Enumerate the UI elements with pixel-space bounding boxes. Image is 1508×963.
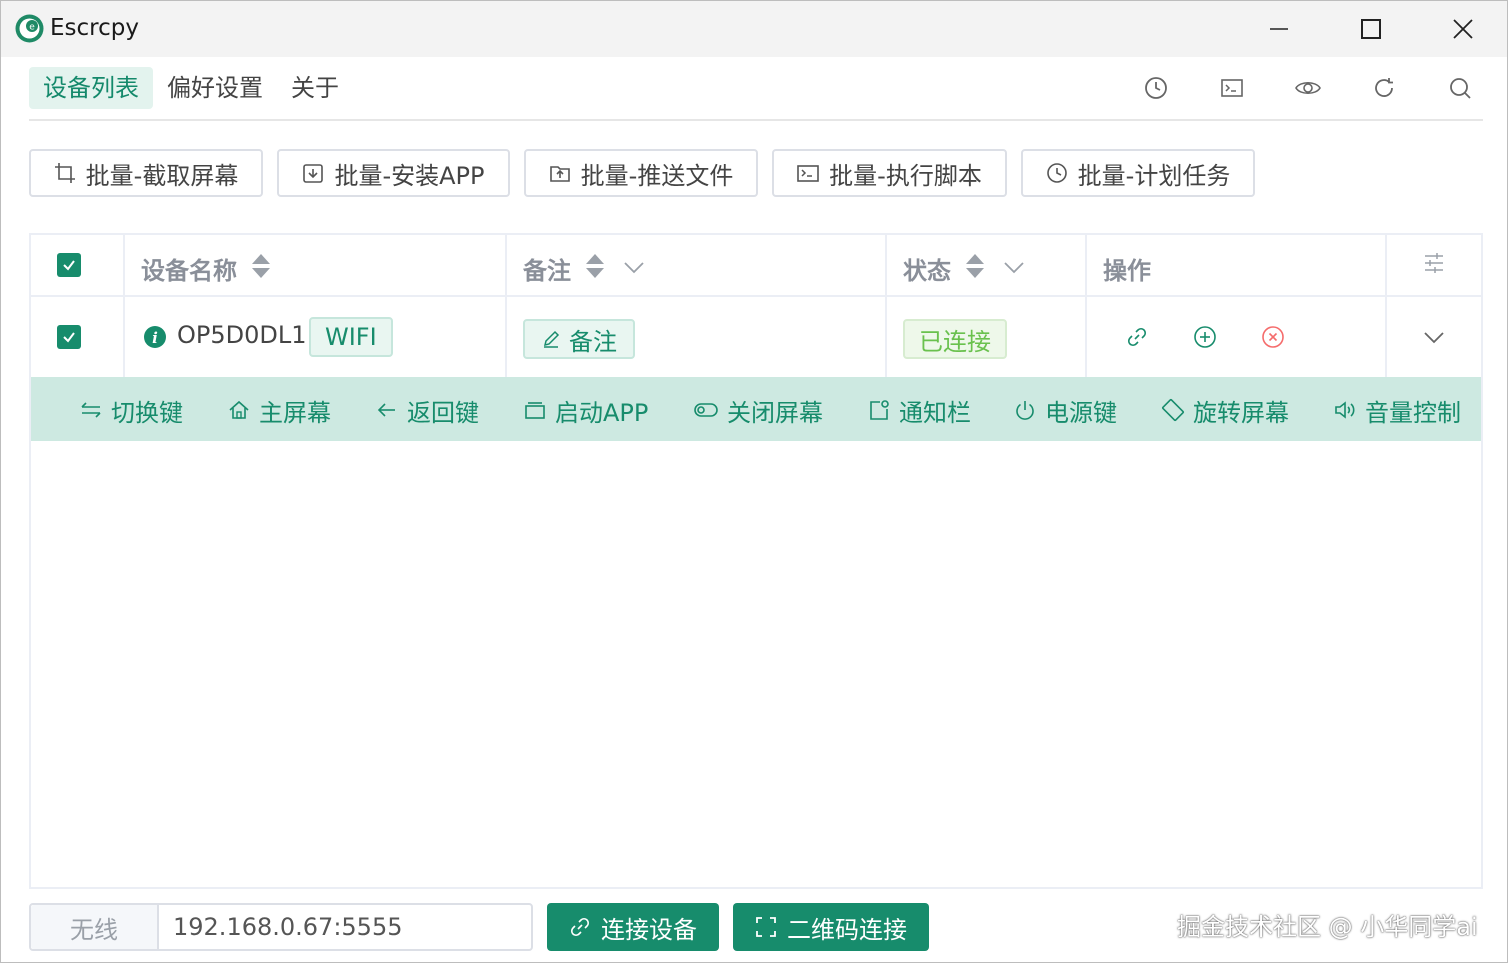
device-name: OP5D0DL1 <box>177 321 307 349</box>
column-settings-icon[interactable] <box>1423 251 1445 279</box>
batch-push-label: 批量-推送文件 <box>580 161 734 190</box>
notification-icon <box>870 400 889 420</box>
crop-icon <box>54 163 75 183</box>
status-badge: 已连接 <box>903 319 1007 359</box>
sort-icon[interactable] <box>585 253 605 283</box>
edit-note-button[interactable]: 备注 <box>523 319 635 359</box>
rotate-screen-label: 旋转屏幕 <box>1193 398 1289 427</box>
select-all-checkbox[interactable] <box>57 253 81 277</box>
table-header: 设备名称 备注 状态 操作 <box>31 235 1481 297</box>
batch-script-button[interactable]: 批量-执行脚本 <box>772 149 1007 197</box>
table-row: i OP5D0DL1 WIFI 备注 已连接 <box>31 297 1481 377</box>
eye-icon[interactable] <box>1293 73 1323 103</box>
sort-icon[interactable] <box>251 253 271 283</box>
qr-connect-label: 二维码连接 <box>787 915 907 944</box>
header-status: 状态 <box>903 257 951 285</box>
batch-screenshot-button[interactable]: 批量-截取屏幕 <box>29 149 263 197</box>
folder-upload-icon <box>549 166 570 182</box>
install-icon <box>303 164 324 183</box>
device-table: 设备名称 备注 状态 操作 i OP5D0DL1 WIFI 备注 已连接 切换键… <box>29 233 1483 889</box>
main-nav: 设备列表 偏好设置 关于 <box>29 67 353 109</box>
screen-off-button[interactable]: 关闭屏幕 <box>693 395 823 427</box>
volume-control-label: 音量控制 <box>1365 398 1461 427</box>
switch-key-label: 切换键 <box>111 398 183 427</box>
link-icon[interactable] <box>1125 325 1149 349</box>
back-label: 返回键 <box>407 398 479 427</box>
nav-divider <box>29 119 1483 121</box>
batch-schedule-button[interactable]: 批量-计划任务 <box>1021 149 1255 197</box>
tab-device-list[interactable]: 设备列表 <box>29 67 153 109</box>
connect-device-label: 连接设备 <box>601 915 697 944</box>
minimize-button[interactable] <box>1233 1 1325 57</box>
switch-icon <box>81 402 101 418</box>
rotate-screen-button[interactable]: 旋转屏幕 <box>1161 395 1289 427</box>
filter-chevron-down-icon[interactable] <box>1003 257 1025 281</box>
screen-off-label: 关闭屏幕 <box>727 398 823 427</box>
notification-button[interactable]: 通知栏 <box>867 395 971 427</box>
notification-label: 通知栏 <box>899 398 971 427</box>
back-button[interactable]: 返回键 <box>375 395 479 427</box>
filter-chevron-down-icon[interactable] <box>623 257 645 281</box>
batch-schedule-label: 批量-计划任务 <box>1077 161 1231 190</box>
wireless-address-group: 无线 <box>29 903 533 951</box>
header-actions: 操作 <box>1103 257 1151 285</box>
power-button[interactable]: 电源键 <box>1013 395 1117 427</box>
arrow-left-icon <box>377 403 395 417</box>
pencil-icon <box>543 330 560 348</box>
app-window: e Escrcpy 设备列表 偏好设置 关于 批量-截取屏幕 批量-安装APP … <box>0 0 1508 963</box>
rotate-icon <box>1162 399 1184 421</box>
address-input[interactable] <box>161 905 531 949</box>
home-label: 主屏幕 <box>259 398 331 427</box>
home-button[interactable]: 主屏幕 <box>227 395 331 427</box>
watermark-text: 掘金技术社区 @ 小华同学ai <box>1177 913 1478 941</box>
refresh-icon[interactable] <box>1369 73 1399 103</box>
speaker-icon <box>1335 401 1355 419</box>
launch-app-label: 启动APP <box>555 398 649 427</box>
volume-control-button[interactable]: 音量控制 <box>1333 395 1461 427</box>
switch-key-button[interactable]: 切换键 <box>79 395 183 427</box>
search-icon[interactable] <box>1445 73 1475 103</box>
connect-device-button[interactable]: 连接设备 <box>547 903 719 951</box>
launch-app-button[interactable]: 启动APP <box>523 395 649 427</box>
header-device-name: 设备名称 <box>141 257 237 285</box>
batch-screenshot-label: 批量-截取屏幕 <box>85 161 239 190</box>
terminal-icon <box>797 165 819 182</box>
close-button[interactable] <box>1417 1 1508 57</box>
batch-push-button[interactable]: 批量-推送文件 <box>524 149 758 197</box>
app-title: Escrcpy <box>50 15 139 41</box>
batch-script-label: 批量-执行脚本 <box>829 161 982 190</box>
note-label: 备注 <box>569 327 617 356</box>
info-icon[interactable]: i <box>143 325 167 353</box>
maximize-button[interactable] <box>1325 1 1417 57</box>
power-label: 电源键 <box>1045 398 1117 427</box>
batch-install-button[interactable]: 批量-安装APP <box>277 149 510 197</box>
title-bar: e Escrcpy <box>1 1 1507 57</box>
device-control-bar: 切换键 主屏幕 返回键 启动APP 关闭屏幕 通知栏 电源键 旋转屏幕 音量控制 <box>31 377 1481 441</box>
app-window-icon <box>525 402 545 419</box>
sort-icon[interactable] <box>965 253 985 283</box>
tab-about[interactable]: 关于 <box>277 67 353 109</box>
terminal-icon[interactable] <box>1217 73 1247 103</box>
qr-connect-button[interactable]: 二维码连接 <box>733 903 929 951</box>
app-logo-icon: e <box>14 13 45 44</box>
svg-text:e: e <box>29 23 35 33</box>
link-icon <box>570 917 590 937</box>
connection-type-tag: WIFI <box>309 317 393 357</box>
expand-chevron-down-icon[interactable] <box>1423 327 1445 351</box>
clock-icon <box>1046 163 1067 183</box>
disconnect-circle-icon[interactable] <box>1261 325 1285 349</box>
add-circle-icon[interactable] <box>1193 325 1217 349</box>
home-icon <box>229 400 249 419</box>
row-checkbox[interactable] <box>57 325 81 349</box>
tab-preferences[interactable]: 偏好设置 <box>153 67 277 109</box>
scan-icon <box>756 917 776 937</box>
power-icon <box>1016 401 1034 420</box>
clock-icon[interactable] <box>1141 73 1171 103</box>
toggle-icon <box>694 403 718 417</box>
svg-text:i: i <box>152 329 158 347</box>
address-prefix: 无线 <box>31 905 159 949</box>
header-note: 备注 <box>523 257 571 285</box>
batch-install-label: 批量-安装APP <box>334 161 485 190</box>
